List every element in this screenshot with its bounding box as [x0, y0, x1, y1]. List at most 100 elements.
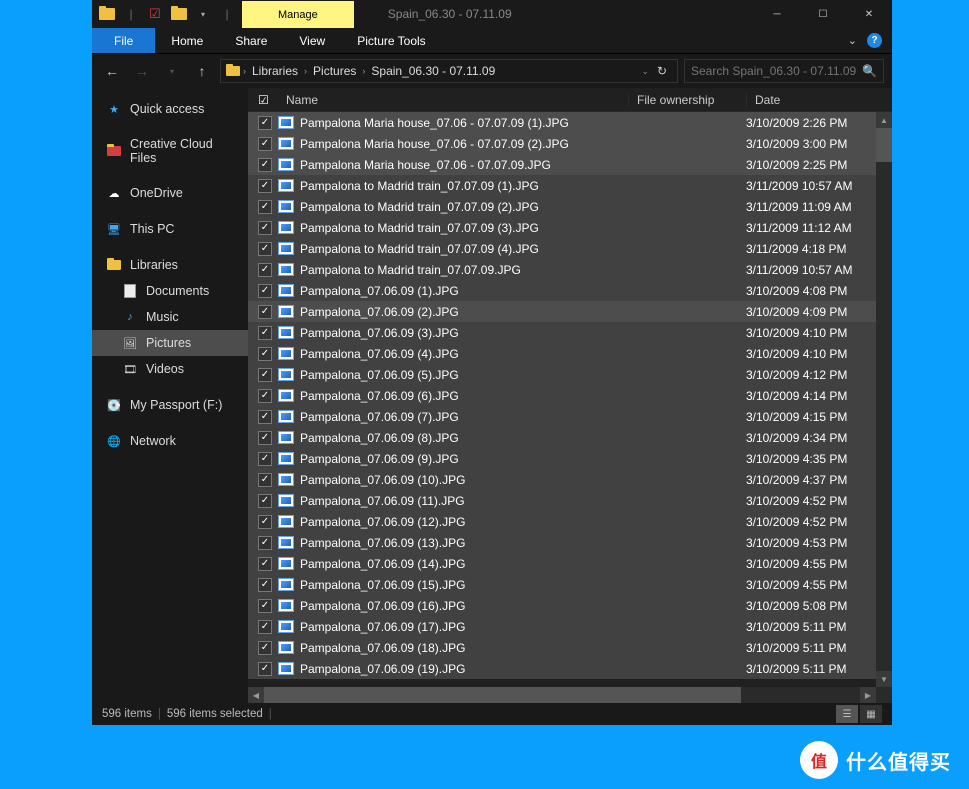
- table-row[interactable]: ✓Pampalona to Madrid train_07.07.09 (3).…: [248, 217, 892, 238]
- row-checkbox[interactable]: ✓: [258, 305, 272, 319]
- table-row[interactable]: ✓Pampalona to Madrid train_07.07.09 (4).…: [248, 238, 892, 259]
- chevron-right-icon[interactable]: ›: [243, 66, 246, 76]
- table-row[interactable]: ✓Pampalona to Madrid train_07.07.09.JPG3…: [248, 259, 892, 280]
- vertical-scrollbar[interactable]: ▲ ▼: [876, 112, 892, 703]
- table-row[interactable]: ✓Pampalona_07.06.09 (15).JPG3/10/2009 4:…: [248, 574, 892, 595]
- row-checkbox[interactable]: ✓: [258, 557, 272, 571]
- table-row[interactable]: ✓Pampalona_07.06.09 (5).JPG3/10/2009 4:1…: [248, 364, 892, 385]
- table-row[interactable]: ✓Pampalona_07.06.09 (11).JPG3/10/2009 4:…: [248, 490, 892, 511]
- search-box[interactable]: 🔍: [684, 59, 884, 83]
- scroll-right-button[interactable]: ▶: [860, 687, 876, 703]
- scroll-left-button[interactable]: ◀: [248, 687, 264, 703]
- table-row[interactable]: ✓Pampalona_07.06.09 (18).JPG3/10/2009 5:…: [248, 637, 892, 658]
- row-checkbox[interactable]: ✓: [258, 137, 272, 151]
- row-checkbox[interactable]: ✓: [258, 116, 272, 130]
- row-checkbox[interactable]: ✓: [258, 326, 272, 340]
- table-row[interactable]: ✓Pampalona_07.06.09 (14).JPG3/10/2009 4:…: [248, 553, 892, 574]
- address-dropdown-icon[interactable]: ⌄: [641, 66, 649, 77]
- maximize-button[interactable]: ☐: [800, 0, 846, 28]
- row-checkbox[interactable]: ✓: [258, 431, 272, 445]
- details-view-button[interactable]: ☰: [836, 705, 858, 723]
- table-row[interactable]: ✓Pampalona Maria house_07.06 - 07.07.09 …: [248, 112, 892, 133]
- sidebar-item-videos[interactable]: 🎞Videos: [92, 356, 248, 382]
- scroll-thumb[interactable]: [876, 128, 892, 162]
- table-row[interactable]: ✓Pampalona_07.06.09 (3).JPG3/10/2009 4:1…: [248, 322, 892, 343]
- horizontal-scrollbar[interactable]: ◀ ▶: [248, 687, 876, 703]
- column-date[interactable]: Date: [746, 93, 892, 107]
- table-row[interactable]: ✓Pampalona_07.06.09 (10).JPG3/10/2009 4:…: [248, 469, 892, 490]
- help-button[interactable]: ?: [867, 33, 882, 48]
- row-checkbox[interactable]: ✓: [258, 200, 272, 214]
- table-row[interactable]: ✓Pampalona_07.06.09 (7).JPG3/10/2009 4:1…: [248, 406, 892, 427]
- sidebar-item-pictures[interactable]: 🖼Pictures: [92, 330, 248, 356]
- row-checkbox[interactable]: ✓: [258, 284, 272, 298]
- row-checkbox[interactable]: ✓: [258, 452, 272, 466]
- row-checkbox[interactable]: ✓: [258, 599, 272, 613]
- refresh-button[interactable]: ↻: [651, 64, 673, 78]
- table-row[interactable]: ✓Pampalona_07.06.09 (4).JPG3/10/2009 4:1…: [248, 343, 892, 364]
- table-row[interactable]: ✓Pampalona_07.06.09 (12).JPG3/10/2009 4:…: [248, 511, 892, 532]
- ribbon-tab-picture-tools[interactable]: Picture Tools: [341, 28, 441, 53]
- row-checkbox[interactable]: ✓: [258, 473, 272, 487]
- scroll-up-button[interactable]: ▲: [876, 112, 892, 128]
- row-checkbox[interactable]: ✓: [258, 242, 272, 256]
- table-row[interactable]: ✓Pampalona_07.06.09 (17).JPG3/10/2009 5:…: [248, 616, 892, 637]
- sidebar-item-my-passport[interactable]: 💽My Passport (F:): [92, 392, 248, 418]
- contextual-tab-manage[interactable]: Manage: [242, 0, 354, 28]
- table-row[interactable]: ✓Pampalona Maria house_07.06 - 07.07.09 …: [248, 133, 892, 154]
- row-checkbox[interactable]: ✓: [258, 368, 272, 382]
- row-checkbox[interactable]: ✓: [258, 221, 272, 235]
- recent-dropdown-icon[interactable]: ▾: [160, 67, 184, 76]
- row-checkbox[interactable]: ✓: [258, 179, 272, 193]
- file-list[interactable]: ✓Pampalona Maria house_07.06 - 07.07.09 …: [248, 112, 892, 703]
- sidebar-item-quick-access[interactable]: ★Quick access: [92, 96, 248, 122]
- table-row[interactable]: ✓Pampalona_07.06.09 (19).JPG3/10/2009 5:…: [248, 658, 892, 679]
- breadcrumb-current[interactable]: Spain_06.30 - 07.11.09: [367, 64, 499, 78]
- sidebar-item-this-pc[interactable]: 🖥This PC: [92, 216, 248, 242]
- table-row[interactable]: ✓Pampalona_07.06.09 (9).JPG3/10/2009 4:3…: [248, 448, 892, 469]
- row-checkbox[interactable]: ✓: [258, 662, 272, 676]
- table-row[interactable]: ✓Pampalona to Madrid train_07.07.09 (2).…: [248, 196, 892, 217]
- breadcrumb[interactable]: › Libraries › Pictures › Spain_06.30 - 0…: [220, 59, 678, 83]
- close-button[interactable]: ✕: [846, 0, 892, 28]
- table-row[interactable]: ✓Pampalona_07.06.09 (8).JPG3/10/2009 4:3…: [248, 427, 892, 448]
- row-checkbox[interactable]: ✓: [258, 389, 272, 403]
- row-checkbox[interactable]: ✓: [258, 578, 272, 592]
- row-checkbox[interactable]: ✓: [258, 536, 272, 550]
- row-checkbox[interactable]: ✓: [258, 347, 272, 361]
- table-row[interactable]: ✓Pampalona_07.06.09 (2).JPG3/10/2009 4:0…: [248, 301, 892, 322]
- forward-button[interactable]: →: [130, 63, 154, 79]
- chevron-right-icon[interactable]: ›: [304, 66, 307, 76]
- ribbon-tab-share[interactable]: Share: [219, 28, 283, 53]
- sidebar-item-creative-cloud[interactable]: Creative Cloud Files: [92, 132, 248, 170]
- table-row[interactable]: ✓Pampalona Maria house_07.06 - 07.07.09.…: [248, 154, 892, 175]
- column-ownership[interactable]: File ownership: [628, 93, 746, 107]
- sidebar-item-documents[interactable]: Documents: [92, 278, 248, 304]
- titlebar[interactable]: | ☑ ▾ | Manage Spain_06.30 - 07.11.09 ─ …: [92, 0, 892, 28]
- search-input[interactable]: [691, 64, 862, 78]
- row-checkbox[interactable]: ✓: [258, 515, 272, 529]
- table-row[interactable]: ✓Pampalona_07.06.09 (13).JPG3/10/2009 4:…: [248, 532, 892, 553]
- ribbon-tab-home[interactable]: Home: [155, 28, 219, 53]
- row-checkbox[interactable]: ✓: [258, 641, 272, 655]
- sidebar-item-onedrive[interactable]: ☁OneDrive: [92, 180, 248, 206]
- table-row[interactable]: ✓Pampalona_07.06.09 (6).JPG3/10/2009 4:1…: [248, 385, 892, 406]
- qat-dropdown-icon[interactable]: ▾: [192, 3, 214, 25]
- column-name[interactable]: Name: [280, 93, 628, 107]
- ribbon-tab-view[interactable]: View: [283, 28, 341, 53]
- sidebar-item-libraries[interactable]: Libraries: [92, 252, 248, 278]
- table-row[interactable]: ✓Pampalona_07.06.09 (16).JPG3/10/2009 5:…: [248, 595, 892, 616]
- row-checkbox[interactable]: ✓: [258, 620, 272, 634]
- breadcrumb-libraries[interactable]: Libraries: [248, 64, 302, 78]
- row-checkbox[interactable]: ✓: [258, 494, 272, 508]
- row-checkbox[interactable]: ✓: [258, 263, 272, 277]
- ribbon-expand-icon[interactable]: ⌄: [848, 34, 857, 47]
- scroll-thumb-h[interactable]: [264, 687, 741, 703]
- search-icon[interactable]: 🔍: [862, 64, 877, 78]
- sidebar-item-music[interactable]: ♪Music: [92, 304, 248, 330]
- row-checkbox[interactable]: ✓: [258, 158, 272, 172]
- scroll-down-button[interactable]: ▼: [876, 671, 892, 687]
- column-select-all[interactable]: ☑: [258, 93, 280, 107]
- back-button[interactable]: ←: [100, 63, 124, 79]
- sidebar-item-network[interactable]: 🌐Network: [92, 428, 248, 454]
